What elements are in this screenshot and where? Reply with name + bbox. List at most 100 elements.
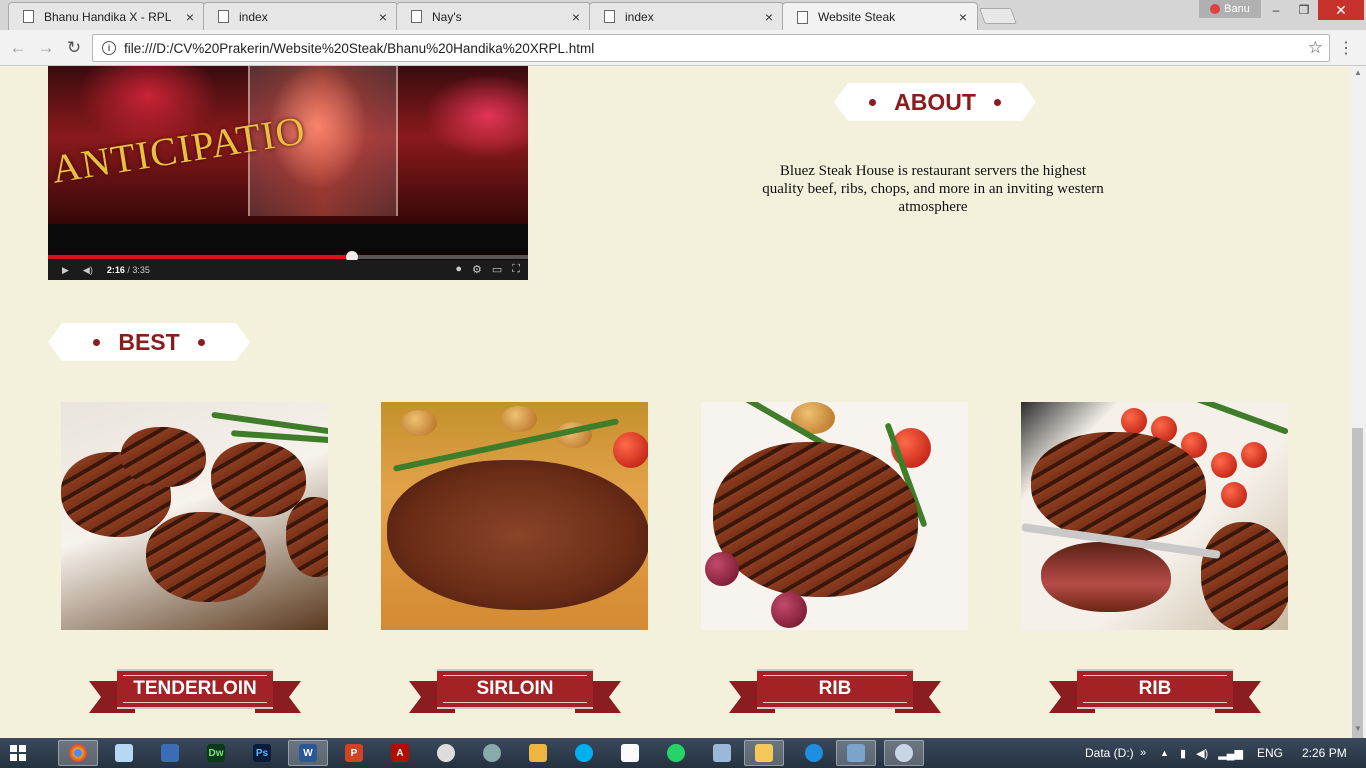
photoshop-icon: Ps	[253, 744, 271, 762]
taskbar-monitor[interactable]	[702, 740, 742, 766]
fullscreen-icon[interactable]: ⛶	[512, 263, 520, 276]
reload-button[interactable]: ↻	[62, 36, 86, 60]
captions-icon[interactable]: ●	[455, 263, 462, 276]
new-tab-button[interactable]	[979, 8, 1017, 24]
taskbar-powerpoint[interactable]: P	[334, 740, 374, 766]
start-button[interactable]	[10, 745, 26, 761]
address-bar[interactable]: i file:///D:/CV%20Prakerin/Website%20Ste…	[92, 34, 1330, 62]
url-text[interactable]: file:///D:/CV%20Prakerin/Website%20Steak…	[124, 41, 1308, 56]
taskbar-skype[interactable]	[564, 740, 604, 766]
best-heading: BEST	[118, 328, 180, 355]
taskbar-chrome[interactable]	[58, 740, 98, 766]
maximize-button[interactable]: ❐	[1290, 0, 1318, 20]
browser-tab[interactable]: index ×	[203, 2, 398, 30]
taskbar-virtualbox[interactable]	[150, 740, 190, 766]
scrollbar-thumb[interactable]	[1352, 428, 1363, 740]
taskbar-word[interactable]: W	[288, 740, 328, 766]
scroll-down-icon[interactable]: ▼	[1350, 722, 1366, 736]
profile-button[interactable]: Banu	[1199, 0, 1261, 18]
ie-icon	[805, 744, 823, 762]
page-icon	[604, 10, 615, 23]
page-scrollbar[interactable]: ▲ ▼	[1350, 66, 1366, 740]
powerpoint-icon: P	[345, 744, 363, 762]
language-indicator[interactable]: ENG	[1257, 738, 1283, 768]
word-icon: W	[299, 744, 317, 762]
minimize-button[interactable]: –	[1262, 0, 1290, 20]
taskbar-document[interactable]	[610, 740, 650, 766]
tab-title: Nay's	[432, 9, 462, 24]
about-heading-ribbon: ABOUT	[834, 83, 1036, 121]
system-tray-icons: ▮ ◀) ▂▄▆	[1180, 738, 1243, 768]
play-icon[interactable]: ▶	[62, 265, 69, 276]
volume-icon[interactable]: ◀)	[83, 265, 93, 276]
tab-close-icon[interactable]: ×	[379, 9, 387, 25]
taskbar-explorer[interactable]	[744, 740, 784, 766]
tab-close-icon[interactable]: ×	[186, 9, 194, 25]
chrome-icon	[69, 744, 87, 762]
sirloin-photo	[381, 402, 648, 630]
taskbar-paint[interactable]	[884, 740, 924, 766]
taskbar-ie[interactable]	[794, 740, 834, 766]
media-icon	[437, 744, 455, 762]
taskbar-notepad[interactable]	[104, 740, 144, 766]
browser-tab[interactable]: index ×	[589, 2, 784, 30]
skype-icon	[575, 744, 593, 762]
taskbar-whatsapp[interactable]	[656, 740, 696, 766]
label-sirloin: SIRLOIN	[437, 669, 593, 709]
toolbar-expand-icon[interactable]: »	[1140, 738, 1146, 768]
bullet-icon	[93, 339, 100, 346]
tab-close-icon[interactable]: ×	[959, 9, 967, 25]
settings-icon[interactable]: ⚙	[472, 263, 482, 276]
profile-name: Banu	[1224, 3, 1250, 15]
theater-icon[interactable]: ▭	[492, 263, 502, 276]
signal-icon[interactable]: ▂▄▆	[1218, 747, 1243, 760]
taskbar-acrobat[interactable]: A	[380, 740, 420, 766]
clock[interactable]: 2:26 PM	[1302, 738, 1347, 768]
label-tenderloin: TENDERLOIN	[117, 669, 273, 709]
user-icon	[1210, 4, 1221, 14]
page-icon	[797, 10, 808, 24]
acrobat-icon: A	[391, 744, 409, 762]
bookmark-star-icon[interactable]: ☆	[1308, 38, 1323, 58]
scroll-up-icon[interactable]: ▲	[1350, 66, 1366, 80]
bullet-icon	[869, 99, 876, 106]
dreamweaver-icon: Dw	[207, 744, 225, 762]
tab-close-icon[interactable]: ×	[765, 9, 773, 25]
bullet-icon	[198, 339, 205, 346]
tab-title: Bhanu Handika X - RPL	[44, 9, 172, 24]
bullet-icon	[994, 99, 1001, 106]
browser-tab-active[interactable]: Website Steak ×	[782, 2, 978, 31]
battery-icon[interactable]: ▮	[1180, 747, 1186, 760]
back-button[interactable]: ←	[6, 36, 30, 60]
browser-toolbar: ← → ↻ i file:///D:/CV%20Prakerin/Website…	[0, 30, 1366, 66]
browser-tab[interactable]: Nay's ×	[396, 2, 591, 30]
video-progress-bar[interactable]	[48, 251, 528, 263]
windows-taskbar: Dw Ps W P A Data (D:) » ▲ ▮ ◀) ▂▄▆ ENG 2…	[0, 738, 1366, 768]
whatsapp-icon	[667, 744, 685, 762]
taskbar-folder[interactable]	[518, 740, 558, 766]
label-rib: RIB	[757, 669, 913, 709]
rib-photo	[701, 402, 968, 630]
browser-tab[interactable]: Bhanu Handika X - RPL ×	[8, 2, 205, 30]
label-ribbon-sirloin: SIRLOIN	[409, 669, 621, 717]
browser-menu-button[interactable]: ⋮	[1336, 38, 1356, 58]
taskbar-photo-viewer[interactable]	[836, 740, 876, 766]
folder-icon	[529, 744, 547, 762]
video-controls: ▶ ◀) 2:16 / 3:35 ● ⚙ ▭ ⛶	[48, 260, 528, 280]
taskbar-browser[interactable]	[472, 740, 512, 766]
tab-close-icon[interactable]: ×	[572, 9, 580, 25]
drive-toolbar-label[interactable]: Data (D:)	[1085, 738, 1134, 768]
taskbar-photoshop[interactable]: Ps	[242, 740, 282, 766]
close-window-button[interactable]: ✕	[1318, 0, 1364, 20]
page-icon	[23, 10, 34, 23]
taskbar-dreamweaver[interactable]: Dw	[196, 740, 236, 766]
tab-title: index	[625, 9, 654, 24]
show-hidden-icons[interactable]: ▲	[1160, 738, 1169, 768]
notepad-icon	[115, 744, 133, 762]
taskbar-media[interactable]	[426, 740, 466, 766]
forward-button[interactable]: →	[34, 36, 58, 60]
volume-tray-icon[interactable]: ◀)	[1196, 747, 1208, 760]
info-icon[interactable]: i	[102, 41, 116, 55]
browser-icon	[483, 744, 501, 762]
video-player[interactable]: ANTICIPATIO ▶ ◀) 2:16 / 3:35 ● ⚙ ▭ ⛶	[48, 66, 528, 280]
